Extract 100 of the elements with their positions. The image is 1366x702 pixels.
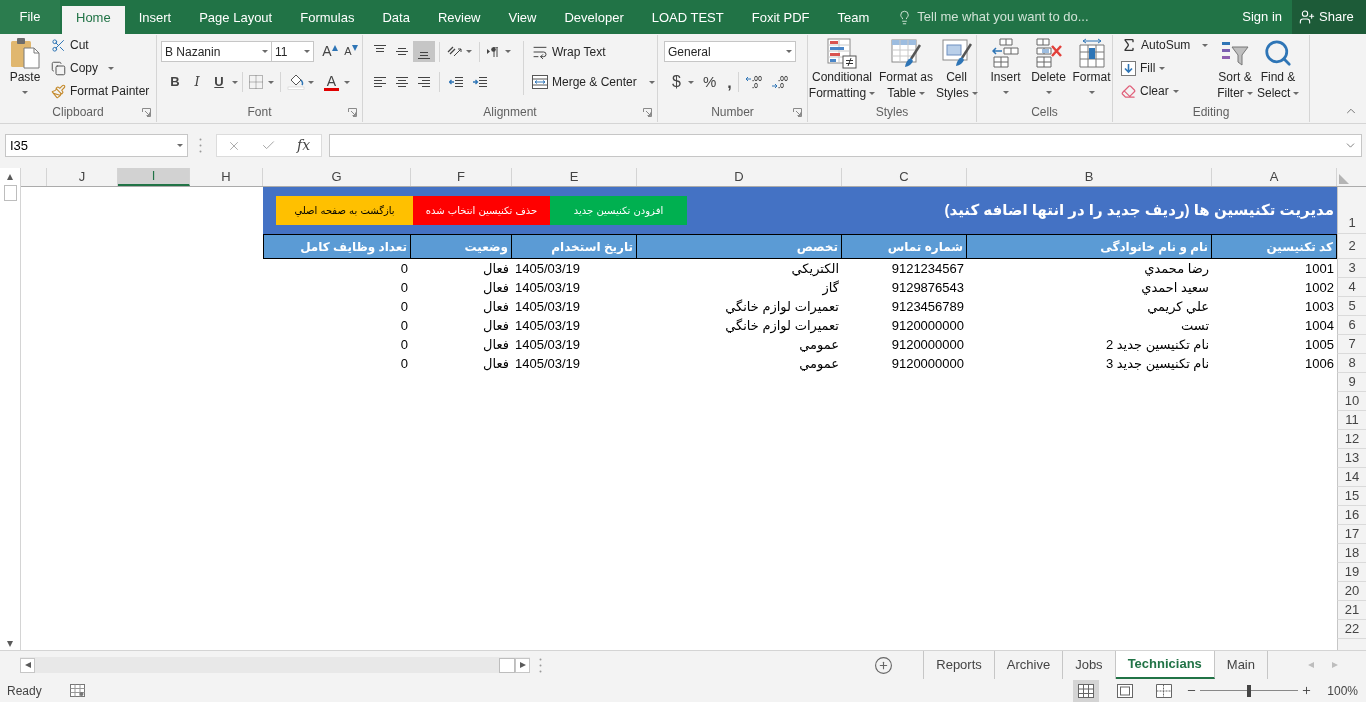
caret-icon bbox=[466, 50, 472, 53]
row-number[interactable]: 6 bbox=[1337, 316, 1366, 335]
cut-button[interactable]: Cut bbox=[49, 35, 152, 55]
ribbon-tab[interactable]: Formulas bbox=[286, 6, 369, 34]
ribbon-tab[interactable]: Data bbox=[368, 6, 424, 34]
shrink-font-button[interactable]: A bbox=[342, 41, 360, 62]
accounting-button[interactable]: $ bbox=[672, 71, 694, 93]
view-button[interactable] bbox=[1073, 679, 1100, 702]
row-number[interactable]: 22 bbox=[1337, 620, 1366, 639]
comma-button[interactable]: , bbox=[725, 71, 734, 93]
align-center-icon bbox=[395, 77, 409, 87]
ribbon-tab[interactable]: LOAD TEST bbox=[637, 6, 738, 34]
ribbon-tab[interactable]: Home bbox=[62, 6, 125, 34]
corner-arrow-icon[interactable] bbox=[348, 107, 357, 117]
font-name-field[interactable]: B Nazanin bbox=[161, 41, 272, 62]
number-format-field[interactable]: General bbox=[664, 41, 796, 62]
file-tab[interactable]: File bbox=[0, 0, 60, 34]
row-number[interactable]: 19 bbox=[1337, 563, 1366, 582]
align-bottom-button[interactable] bbox=[413, 41, 435, 62]
wrap-text-button[interactable]: Wrap Text bbox=[532, 41, 655, 62]
column-header[interactable]: F bbox=[411, 168, 512, 186]
autosum-button[interactable]: AutoSum bbox=[1119, 35, 1213, 55]
zoom-slider-thumb[interactable] bbox=[1247, 684, 1252, 697]
row-number[interactable]: 10 bbox=[1337, 392, 1366, 411]
sheet-tab[interactable]: Technicians bbox=[1115, 651, 1215, 679]
tell-me-field[interactable]: Tell me what you want to do... bbox=[917, 7, 1118, 27]
format-as-table-button[interactable]: Format as Table bbox=[876, 35, 936, 101]
spreadsheet-icon[interactable] bbox=[69, 684, 85, 697]
ribbon-tab[interactable]: Review bbox=[423, 6, 495, 34]
row-number[interactable]: 8 bbox=[1337, 354, 1366, 373]
find-button[interactable]: Find & Select bbox=[1257, 35, 1299, 101]
caret-icon bbox=[177, 144, 183, 147]
sort-button[interactable]: Sort & Filter bbox=[1213, 35, 1257, 101]
cell-styles-button[interactable]: Cell Styles bbox=[936, 35, 977, 101]
format-painter-button[interactable]: Format Painter bbox=[49, 81, 152, 101]
table-cell-text: 1006 bbox=[1304, 354, 1335, 373]
fill-button[interactable]: Fill bbox=[1119, 58, 1213, 78]
row-number[interactable]: 11 bbox=[1337, 411, 1366, 430]
dots-icon[interactable] bbox=[539, 657, 542, 673]
clear-button[interactable]: Clear bbox=[1119, 81, 1213, 101]
merge-center-button[interactable]: Merge & Center bbox=[532, 71, 655, 93]
grow-font-button[interactable]: A bbox=[320, 41, 340, 62]
row-number[interactable]: 1 bbox=[1337, 187, 1366, 234]
format-cells-button[interactable]: Format bbox=[1070, 35, 1113, 94]
ribbon-tab[interactable]: Page Layout bbox=[185, 6, 287, 34]
scroll-right-button[interactable] bbox=[515, 657, 530, 673]
name-box[interactable]: I35 bbox=[5, 134, 188, 157]
scroll-left-button[interactable] bbox=[20, 657, 35, 673]
zoom-slider[interactable] bbox=[1200, 683, 1299, 698]
column-header[interactable]: H bbox=[190, 168, 263, 186]
column-header[interactable]: D bbox=[637, 168, 842, 186]
row-number[interactable]: 12 bbox=[1337, 430, 1366, 449]
row-number[interactable]: 18 bbox=[1337, 544, 1366, 563]
row-number[interactable]: 20 bbox=[1337, 582, 1366, 601]
column-header[interactable]: A bbox=[1212, 168, 1337, 186]
dots-icon[interactable] bbox=[199, 138, 202, 153]
column-header[interactable]: B bbox=[967, 168, 1212, 186]
row-number[interactable]: 2 bbox=[1337, 234, 1366, 259]
percent-button[interactable]: % bbox=[702, 71, 717, 93]
ribbon-tab[interactable]: Insert bbox=[124, 6, 186, 34]
column-header[interactable]: G bbox=[263, 168, 411, 186]
column-header[interactable]: I bbox=[118, 168, 190, 186]
font-size-field[interactable]: 11 bbox=[272, 41, 314, 62]
row-number[interactable]: 15 bbox=[1337, 487, 1366, 506]
delete-cells-button[interactable]: Delete bbox=[1027, 35, 1070, 94]
font-color-button[interactable]: A bbox=[322, 71, 352, 93]
row-number[interactable]: 5 bbox=[1337, 297, 1366, 316]
row-number[interactable]: 13 bbox=[1337, 449, 1366, 468]
scrollbar-thumb[interactable] bbox=[499, 657, 515, 673]
sign-in-link[interactable]: Sign in bbox=[1242, 0, 1282, 34]
ribbon-tab[interactable]: View bbox=[494, 6, 551, 34]
ribbon-tab[interactable]: Team bbox=[823, 6, 884, 34]
corner-arrow-icon[interactable] bbox=[643, 107, 652, 117]
underline-button[interactable]: U bbox=[208, 71, 230, 93]
row-number[interactable]: 21 bbox=[1337, 601, 1366, 620]
row-number[interactable]: 7 bbox=[1337, 335, 1366, 354]
row-number[interactable]: 16 bbox=[1337, 506, 1366, 525]
copy-button[interactable]: Copy bbox=[49, 58, 152, 78]
column-header[interactable]: E bbox=[512, 168, 637, 186]
horizontal-scrollbar[interactable] bbox=[20, 657, 530, 673]
italic-button[interactable]: I bbox=[186, 71, 208, 93]
insert-cells-button[interactable]: Insert bbox=[984, 35, 1027, 94]
share-button[interactable]: Share bbox=[1292, 0, 1366, 34]
ribbon-tab[interactable]: Foxit PDF bbox=[737, 6, 824, 34]
conditional-formatting-button[interactable]: Conditional Formatting bbox=[808, 35, 876, 101]
caret-icon bbox=[1002, 91, 1009, 94]
insert-function-button[interactable]: fx bbox=[293, 135, 314, 156]
row-number[interactable]: 4 bbox=[1337, 278, 1366, 297]
corner-arrow-icon[interactable] bbox=[142, 107, 151, 117]
row-number[interactable]: 14 bbox=[1337, 468, 1366, 487]
clipboard-icon bbox=[10, 37, 40, 69]
row-number[interactable]: 3 bbox=[1337, 259, 1366, 278]
row-number[interactable]: 17 bbox=[1337, 525, 1366, 544]
corner-arrow-icon[interactable] bbox=[793, 107, 802, 117]
column-header[interactable]: C bbox=[842, 168, 967, 186]
scrollbar-thumb[interactable] bbox=[3, 185, 17, 201]
bold-button[interactable]: B bbox=[164, 71, 186, 93]
row-number[interactable]: 9 bbox=[1337, 373, 1366, 392]
paste-button[interactable]: Paste bbox=[2, 35, 48, 102]
ribbon-tab[interactable]: Developer bbox=[550, 6, 638, 34]
